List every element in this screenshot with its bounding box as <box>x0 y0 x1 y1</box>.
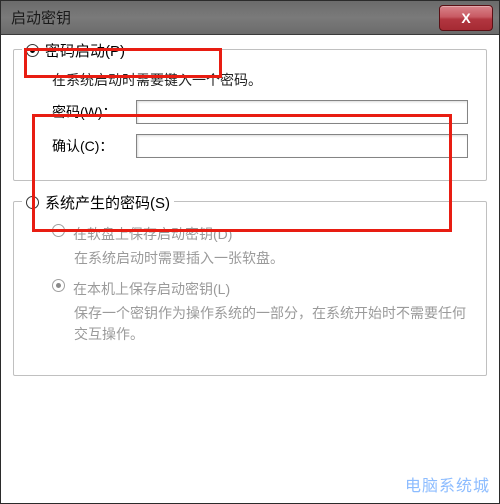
system-password-legend[interactable]: 系统产生的密码(S) <box>22 192 174 213</box>
option-local-desc: 保存一个密钥作为操作系统的一部分，在系统开始时不需要任何交互操作。 <box>74 303 468 345</box>
option-local: 在本机上保存启动密钥(L) <box>52 279 468 299</box>
password-row: 密码(W)： <box>52 100 468 124</box>
close-icon: X <box>461 10 470 26</box>
password-startup-group: 密码启动(P) 在系统启动时需要键入一个密码。 密码(W)： 确认(C)： <box>13 49 487 181</box>
password-startup-label: 密码启动(P) <box>45 40 125 61</box>
system-password-label: 系统产生的密码(S) <box>45 192 170 213</box>
confirm-label: 确认(C)： <box>52 136 136 156</box>
password-startup-desc: 在系统启动时需要键入一个密码。 <box>52 70 468 90</box>
dialog-window: 启动密钥 X 密码启动(P) 在系统启动时需要键入一个密码。 密码(W)： 确认… <box>0 0 500 504</box>
radio-password-startup[interactable] <box>26 44 39 57</box>
system-password-group: 系统产生的密码(S) 在软盘上保存启动密钥(D) 在系统启动时需要插入一张软盘。… <box>13 201 487 376</box>
radio-floppy <box>52 224 65 237</box>
password-label: 密码(W)： <box>52 102 136 122</box>
confirm-row: 确认(C)： <box>52 134 468 158</box>
option-floppy: 在软盘上保存启动密钥(D) <box>52 224 468 244</box>
content-area: 密码启动(P) 在系统启动时需要键入一个密码。 密码(W)： 确认(C)： 系统… <box>1 35 499 376</box>
window-title: 启动密钥 <box>1 7 71 28</box>
close-button[interactable]: X <box>439 5 493 31</box>
password-startup-legend[interactable]: 密码启动(P) <box>22 40 129 61</box>
option-local-label: 在本机上保存启动密钥(L) <box>73 279 230 299</box>
radio-system-password[interactable] <box>26 196 39 209</box>
titlebar: 启动密钥 X <box>1 1 499 35</box>
password-input[interactable] <box>136 100 468 124</box>
option-floppy-desc: 在系统启动时需要插入一张软盘。 <box>74 248 468 269</box>
watermark-text: 电脑系统城 <box>405 472 490 496</box>
confirm-input[interactable] <box>136 134 468 158</box>
radio-local <box>52 279 65 292</box>
option-floppy-label: 在软盘上保存启动密钥(D) <box>73 224 232 244</box>
